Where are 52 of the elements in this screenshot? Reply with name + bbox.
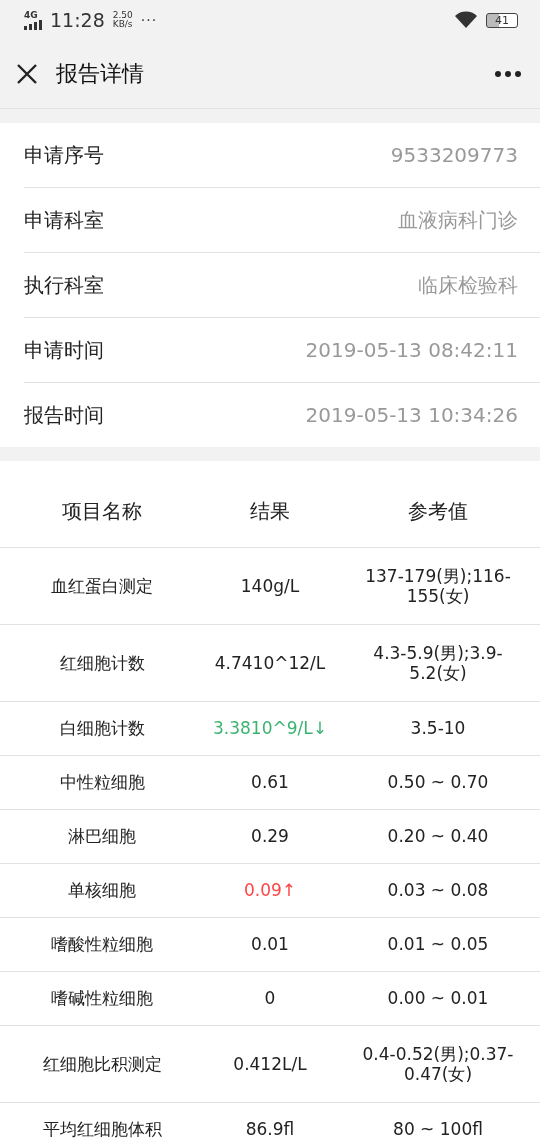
info-label: 执行科室 <box>24 271 104 299</box>
info-label: 申请科室 <box>24 206 104 234</box>
column-header: 结果 <box>249 498 291 525</box>
result-value: 0.09↑ <box>242 879 298 903</box>
item-name: 红细胞计数 <box>58 651 146 675</box>
item-name: 平均红细胞体积 <box>41 1118 163 1140</box>
clock-time: 11:28 <box>50 9 105 31</box>
reference-range: 0.4-0.52(男);0.37-0.47(女) <box>361 1042 515 1086</box>
item-name: 嗜酸性粒细胞 <box>50 933 154 957</box>
reference-range: 80 ~ 100fl <box>392 1118 484 1140</box>
battery-indicator: 41 <box>486 12 518 28</box>
item-name: 中性粒细胞 <box>58 771 146 795</box>
info-value: 2019-05-13 10:34:26 <box>305 403 518 427</box>
item-name: 嗜碱性粒细胞 <box>50 987 154 1011</box>
item-name: 淋巴细胞 <box>67 825 137 849</box>
info-label: 申请时间 <box>24 336 104 364</box>
network-indicator: 4G <box>24 10 42 30</box>
info-value: 临床检验科 <box>418 271 518 299</box>
column-header: 参考值 <box>407 498 469 525</box>
info-label: 报告时间 <box>24 401 104 429</box>
reference-range: 0.00 ~ 0.01 <box>386 987 490 1011</box>
info-label: 申请序号 <box>24 141 104 169</box>
speed-unit: KB/s <box>112 20 133 29</box>
item-name: 血红蛋白测定 <box>50 574 154 598</box>
reference-range: 0.01 ~ 0.05 <box>386 933 490 957</box>
reference-range: 137-179(男);116-155(女) <box>364 564 512 608</box>
more-icon[interactable] <box>494 70 522 78</box>
network-speed: 2.50 <box>112 11 133 20</box>
reference-range: 0.20 ~ 0.40 <box>386 825 490 849</box>
result-value: 86.9fl <box>244 1118 296 1140</box>
result-value: 0.61 <box>250 771 290 795</box>
result-value: 4.7410^12/L <box>213 651 327 675</box>
result-value: 3.3810^9/L↓ <box>212 717 328 741</box>
wifi-icon <box>454 11 478 29</box>
result-value: 0 <box>263 987 277 1011</box>
info-value: 9533209773 <box>390 143 518 167</box>
reference-range: 4.3-5.9(男);3.9-5.2(女) <box>372 641 504 685</box>
reference-range: 0.03 ~ 0.08 <box>386 879 490 903</box>
result-value: 0.01 <box>250 933 290 957</box>
item-name: 红细胞比积测定 <box>41 1052 163 1076</box>
result-value: 0.29 <box>250 825 290 849</box>
notification-more: ··· <box>140 12 158 28</box>
reference-range: 0.50 ~ 0.70 <box>386 771 490 795</box>
result-value: 0.412L/L <box>232 1052 308 1076</box>
page-title: 报告详情 <box>56 60 145 88</box>
info-value: 2019-05-13 08:42:11 <box>305 338 518 362</box>
info-value: 血液病科门诊 <box>398 206 518 234</box>
column-header: 项目名称 <box>61 498 143 525</box>
reference-range: 3.5-10 <box>409 717 467 741</box>
item-name: 单核细胞 <box>67 879 137 903</box>
item-name: 白细胞计数 <box>58 717 146 741</box>
result-value: 140g/L <box>239 574 301 598</box>
